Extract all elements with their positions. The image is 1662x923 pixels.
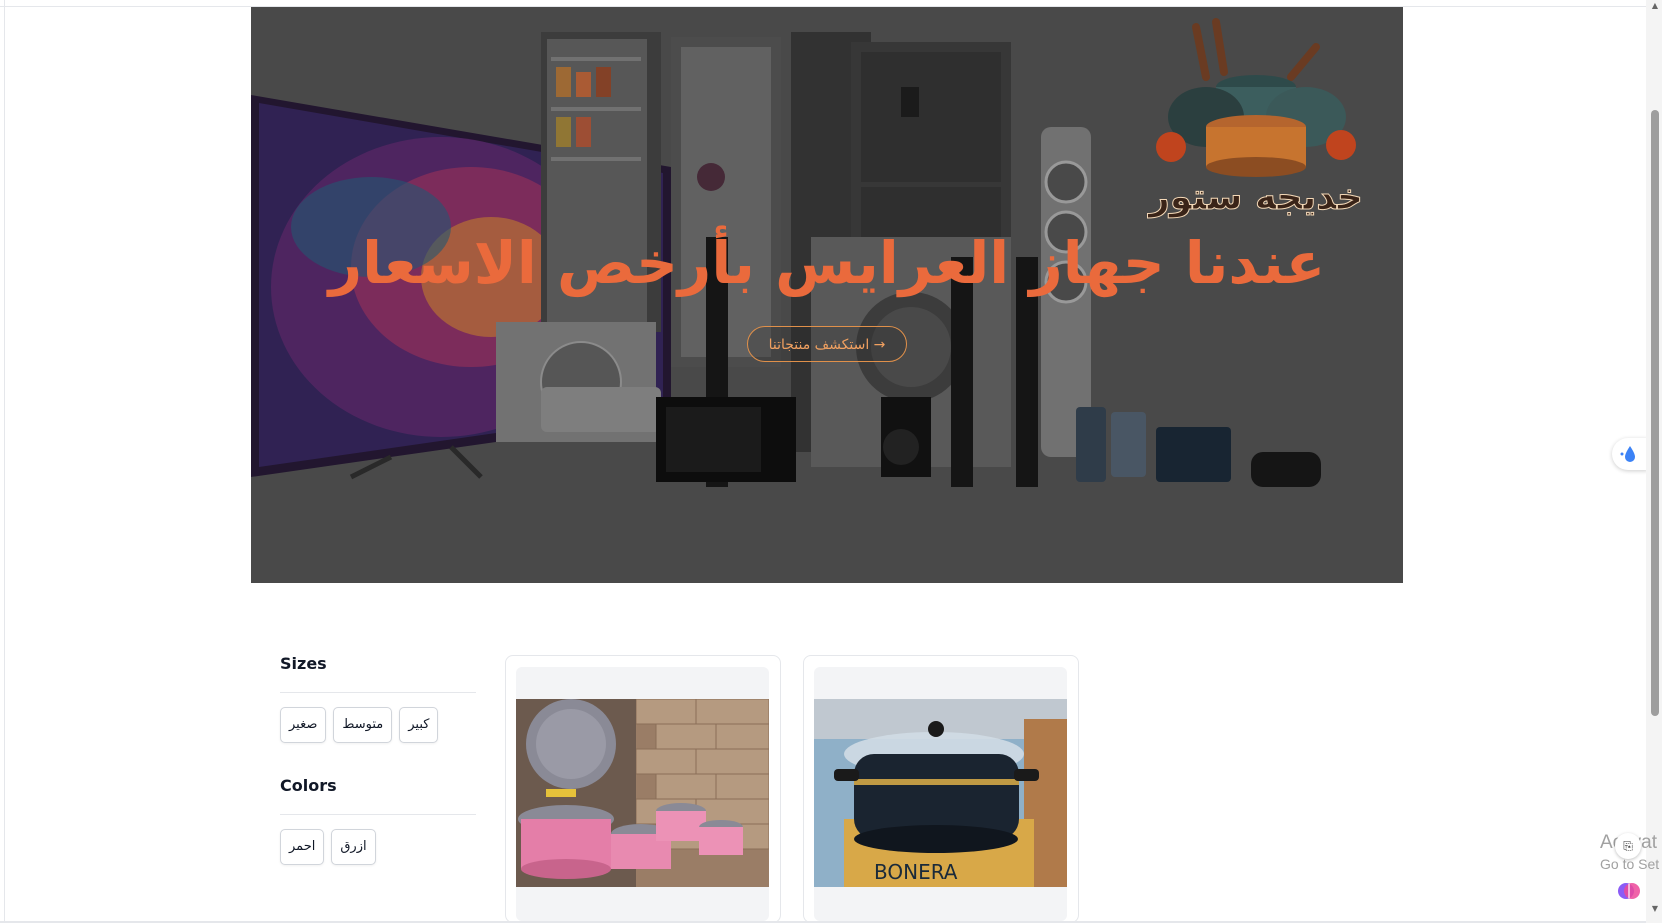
- page: خديجه ستور عندنا جهاز العرايس بأرخص الاس…: [0, 0, 1662, 923]
- scroll-down-arrow-icon[interactable]: ▼: [1650, 905, 1660, 913]
- product-image-pink-cookware: [516, 699, 769, 887]
- color-chip-red[interactable]: احمر: [280, 829, 325, 865]
- product-card[interactable]: [505, 655, 781, 923]
- brain-icon: [1618, 883, 1640, 899]
- ai-assistant-icon[interactable]: [1615, 877, 1643, 905]
- hero-banner: خديجه ستور عندنا جهاز العرايس بأرخص الاس…: [251, 7, 1403, 583]
- colors-divider: [280, 814, 476, 815]
- product-image-frame: BONERA: [814, 667, 1067, 921]
- colors-options: احمر ازرق: [280, 829, 476, 865]
- sizes-options: صغير متوسط كبير: [280, 707, 476, 743]
- product-image-frame: [516, 667, 769, 921]
- colors-title: Colors: [280, 776, 337, 795]
- sizes-divider: [280, 692, 476, 693]
- hero-title: عندنا جهاز العرايس بأرخص الاسعار: [328, 229, 1326, 297]
- left-divider: [4, 0, 5, 923]
- colors-filter: Colors احمر ازرق: [280, 772, 476, 865]
- scrollbar-thumb[interactable]: [1651, 110, 1659, 716]
- scroll-up-arrow-icon[interactable]: ▲: [1650, 2, 1660, 10]
- svg-text:BONERA: BONERA: [874, 860, 958, 884]
- sizes-title: Sizes: [280, 654, 327, 673]
- store-logo-text: خديجه ستور: [1149, 177, 1364, 219]
- store-logo: خديجه ستور: [1146, 17, 1366, 227]
- filters-sidebar: Sizes صغير متوسط كبير Colors احمر ازرق: [280, 650, 476, 865]
- color-chip-blue[interactable]: ازرق: [331, 829, 376, 865]
- product-card[interactable]: BONERA: [803, 655, 1079, 923]
- product-image-bonera-pot: BONERA: [814, 699, 1067, 887]
- explore-products-button[interactable]: → استكشف منتجاتنا: [747, 326, 907, 362]
- floating-assist-widget[interactable]: [1612, 438, 1648, 470]
- size-chip-large[interactable]: كبير: [399, 707, 439, 743]
- translate-icon[interactable]: ⎘: [1615, 833, 1641, 859]
- size-chip-small[interactable]: صغير: [280, 707, 327, 743]
- size-chip-medium[interactable]: متوسط: [333, 707, 393, 743]
- water-drop-icon: [1620, 446, 1635, 462]
- cookware-logo-icon: [1156, 18, 1356, 177]
- sizes-filter: Sizes صغير متوسط كبير: [280, 650, 476, 743]
